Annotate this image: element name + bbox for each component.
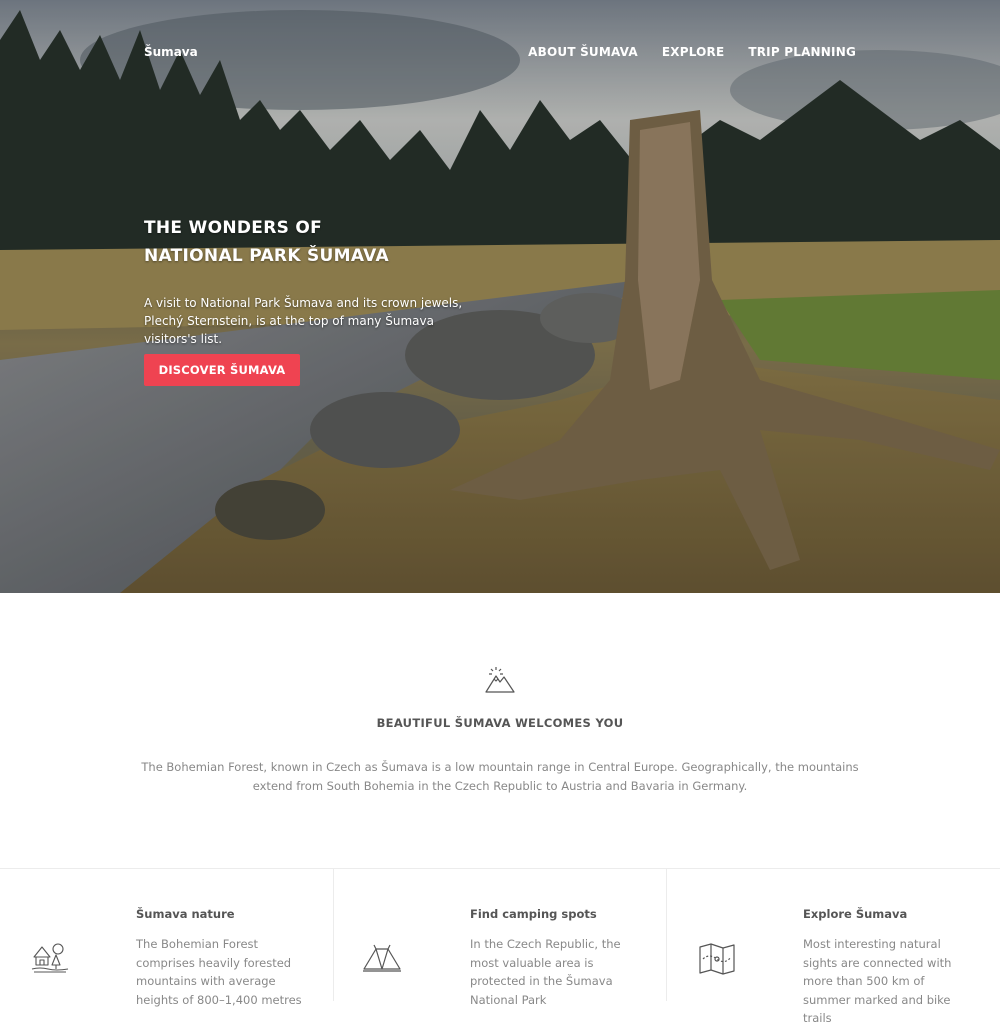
- feature-camping-spots: Find camping spots In the Czech Republic…: [333, 869, 667, 1007]
- feature-title: Šumava nature: [136, 907, 235, 921]
- map-icon: [699, 943, 735, 975]
- feature-explore-sumava: Explore Šumava Most interesting natural …: [666, 869, 1000, 1025]
- hero-title-line-1: THE WONDERS OF: [144, 218, 323, 238]
- forest-cabin-icon: [31, 943, 69, 973]
- nav-trip-planning[interactable]: TRIP PLANNING: [748, 45, 856, 59]
- feature-text: The Bohemian Forest comprises heavily fo…: [136, 937, 302, 1007]
- discover-sumava-button[interactable]: DISCOVER ŠUMAVA: [144, 354, 300, 386]
- feature-text: Most interesting natural sights are conn…: [803, 937, 952, 1025]
- feature-sumava-nature: Šumava nature The Bohemian Forest compri…: [0, 869, 333, 1007]
- hero-description: A visit to National Park Šumava and its …: [144, 296, 463, 346]
- hero-section: Šumava ABOUT ŠUMAVA EXPLORE TRIP PLANNIN…: [0, 0, 1000, 593]
- welcome-text: The Bohemian Forest, known in Czech as Š…: [141, 760, 859, 793]
- welcome-heading: BEAUTIFUL ŠUMAVA WELCOMES YOU: [376, 716, 624, 730]
- feature-text: In the Czech Republic, the most valuable…: [470, 937, 621, 1007]
- brand-logo[interactable]: Šumava: [144, 45, 198, 59]
- feature-title: Find camping spots: [470, 907, 597, 921]
- mountain-icon: [485, 667, 515, 693]
- features-row: Šumava nature The Bohemian Forest compri…: [0, 868, 1000, 1025]
- feature-title: Explore Šumava: [803, 907, 908, 921]
- tent-icon: [363, 944, 401, 972]
- nav-explore[interactable]: EXPLORE: [662, 45, 725, 59]
- hero-title-line-2: NATIONAL PARK ŠUMAVA: [144, 246, 389, 266]
- main-nav: ABOUT ŠUMAVA EXPLORE TRIP PLANNING: [528, 45, 856, 59]
- nav-about-sumava[interactable]: ABOUT ŠUMAVA: [528, 45, 638, 59]
- hero-title: THE WONDERS OF NATIONAL PARK ŠUMAVA: [144, 214, 389, 270]
